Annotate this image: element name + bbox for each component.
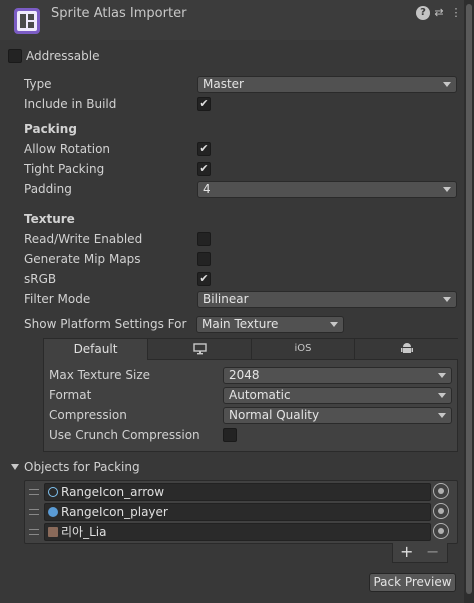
- compression-value: Normal Quality: [229, 408, 320, 422]
- monitor-icon: [192, 343, 207, 355]
- srgb-label: sRGB: [24, 272, 57, 286]
- list-item-name: RangeIcon_arrow: [61, 485, 165, 499]
- object-picker-icon[interactable]: [433, 523, 449, 539]
- max-texture-size-value: 2048: [229, 368, 260, 382]
- filter-mode-dropdown[interactable]: Bilinear: [197, 291, 457, 308]
- crunch-compression-label: Use Crunch Compression: [49, 428, 200, 442]
- checkmark-icon: ✔: [199, 162, 209, 175]
- read-write-checkbox[interactable]: [197, 232, 211, 246]
- type-dropdown[interactable]: Master: [197, 76, 457, 93]
- remove-item-button[interactable]: −: [426, 543, 439, 561]
- filter-mode-value: Bilinear: [203, 292, 249, 306]
- list-item[interactable]: RangeIcon_player: [44, 503, 431, 521]
- allow-rotation-checkbox[interactable]: ✔: [197, 142, 211, 156]
- read-write-label: Read/Write Enabled: [24, 232, 143, 246]
- padding-value: 4: [203, 182, 211, 196]
- checkmark-icon: ✔: [199, 97, 209, 110]
- scrollbar-thumb[interactable]: [466, 4, 472, 594]
- android-icon: [400, 343, 413, 353]
- list-item-name: 리아_Lia: [61, 525, 107, 539]
- type-label: Type: [24, 77, 52, 91]
- help-icon[interactable]: ?: [416, 6, 430, 20]
- format-dropdown[interactable]: Automatic: [223, 387, 452, 404]
- tight-packing-checkbox[interactable]: ✔: [197, 162, 211, 176]
- compression-dropdown[interactable]: Normal Quality: [223, 407, 452, 424]
- chevron-down-icon: [438, 413, 446, 418]
- tab-default[interactable]: Default: [44, 339, 148, 360]
- tab-ios[interactable]: iOS: [252, 339, 355, 360]
- chevron-down-icon: [443, 82, 451, 87]
- platform-settings-dropdown[interactable]: Main Texture: [196, 316, 344, 333]
- list-item[interactable]: 리아_Lia: [44, 523, 431, 541]
- allow-rotation-label: Allow Rotation: [24, 142, 111, 156]
- mip-maps-checkbox[interactable]: [197, 252, 211, 266]
- mip-maps-label: Generate Mip Maps: [24, 252, 141, 266]
- chevron-down-icon: [438, 393, 446, 398]
- tight-packing-label: Tight Packing: [24, 162, 105, 176]
- drag-handle-icon[interactable]: [29, 529, 39, 535]
- platform-settings-value: Main Texture: [202, 317, 279, 331]
- addressable-checkbox[interactable]: [8, 49, 22, 63]
- sprite-icon: [48, 487, 58, 497]
- object-picker-icon[interactable]: [433, 503, 449, 519]
- object-picker-icon[interactable]: [433, 483, 449, 499]
- checkmark-icon: ✔: [199, 272, 209, 285]
- packing-section-title: Packing: [24, 122, 77, 136]
- sprite-icon: [48, 507, 58, 517]
- texture-section-title: Texture: [24, 212, 75, 226]
- foldout-arrow-icon[interactable]: [11, 464, 19, 470]
- tab-android[interactable]: [355, 339, 458, 360]
- checkmark-icon: ✔: [199, 142, 209, 155]
- chevron-down-icon: [443, 297, 451, 302]
- kebab-menu-icon[interactable]: ⋮: [449, 6, 463, 20]
- addressable-label: Addressable: [26, 49, 100, 63]
- max-texture-size-dropdown[interactable]: 2048: [223, 367, 452, 384]
- crunch-compression-checkbox[interactable]: [223, 428, 237, 442]
- srgb-checkbox[interactable]: ✔: [197, 272, 211, 286]
- objects-for-packing-title[interactable]: Objects for Packing: [24, 460, 140, 474]
- texture-icon: [48, 527, 58, 537]
- sprite-atlas-icon: [14, 8, 40, 34]
- include-in-build-label: Include in Build: [24, 97, 117, 111]
- chevron-down-icon: [443, 187, 451, 192]
- chevron-down-icon: [438, 373, 446, 378]
- padding-dropdown[interactable]: 4: [197, 181, 457, 198]
- format-value: Automatic: [229, 388, 291, 402]
- list-item-name: RangeIcon_player: [61, 505, 168, 519]
- tab-standalone[interactable]: [148, 339, 252, 360]
- list-item[interactable]: RangeIcon_arrow: [44, 483, 431, 501]
- filter-mode-label: Filter Mode: [24, 292, 91, 306]
- compression-label: Compression: [49, 408, 127, 422]
- format-label: Format: [49, 388, 92, 402]
- max-texture-size-label: Max Texture Size: [49, 368, 150, 382]
- inspector-title: Sprite Atlas Importer: [51, 6, 187, 21]
- inspector-header: Sprite Atlas Importer ? ⇄ ⋮: [0, 0, 464, 40]
- padding-label: Padding: [24, 182, 72, 196]
- drag-handle-icon[interactable]: [29, 509, 39, 515]
- add-item-button[interactable]: +: [400, 543, 413, 561]
- settings-icon[interactable]: ⇄: [432, 6, 446, 20]
- type-value: Master: [203, 77, 244, 91]
- pack-preview-button[interactable]: Pack Preview: [369, 573, 456, 592]
- drag-handle-icon[interactable]: [29, 489, 39, 495]
- include-in-build-checkbox[interactable]: ✔: [197, 97, 211, 111]
- chevron-down-icon: [330, 322, 338, 327]
- platform-settings-label: Show Platform Settings For: [24, 317, 187, 331]
